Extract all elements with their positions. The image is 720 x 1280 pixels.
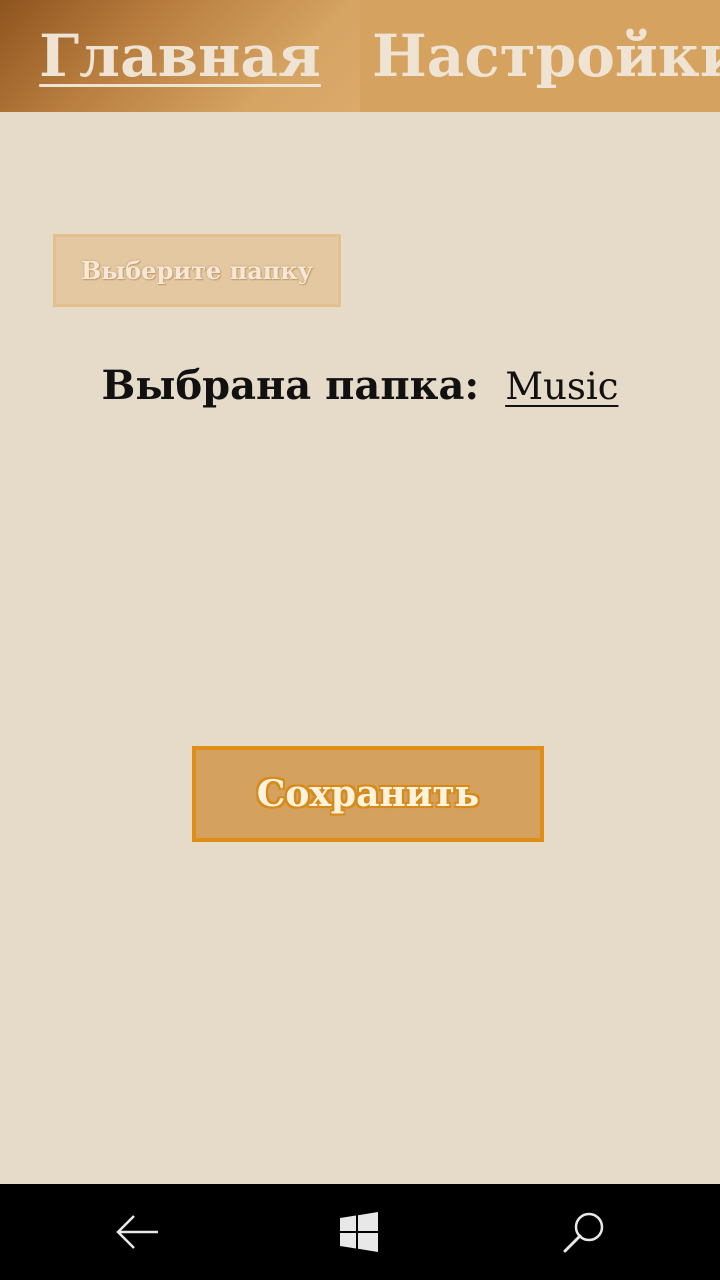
search-button[interactable] (524, 1184, 644, 1280)
save-button[interactable]: Сохранить (192, 746, 544, 842)
selected-folder-row: Выбрана папка: Music (0, 362, 720, 409)
choose-folder-label: Выберите папку (80, 256, 314, 285)
tab-bar: Главная Настройки (0, 0, 720, 112)
tab-settings[interactable]: Настройки (360, 0, 720, 112)
back-arrow-icon (116, 1215, 158, 1249)
home-button[interactable] (299, 1184, 419, 1280)
system-navigation-bar (0, 1184, 720, 1280)
tab-main[interactable]: Главная (0, 0, 360, 112)
search-icon (563, 1212, 604, 1253)
back-button[interactable] (77, 1184, 197, 1280)
tab-settings-label: Настройки (372, 22, 720, 90)
selected-folder-label: Выбрана папка: (101, 362, 480, 409)
main-content: Выберите папку Выбрана папка: Music Сохра… (0, 112, 720, 1184)
tab-main-label: Главная (39, 22, 321, 90)
windows-logo-icon (340, 1212, 378, 1252)
choose-folder-button[interactable]: Выберите папку (53, 234, 341, 307)
selected-folder-value[interactable]: Music (505, 365, 618, 408)
save-button-label: Сохранить (256, 773, 480, 815)
